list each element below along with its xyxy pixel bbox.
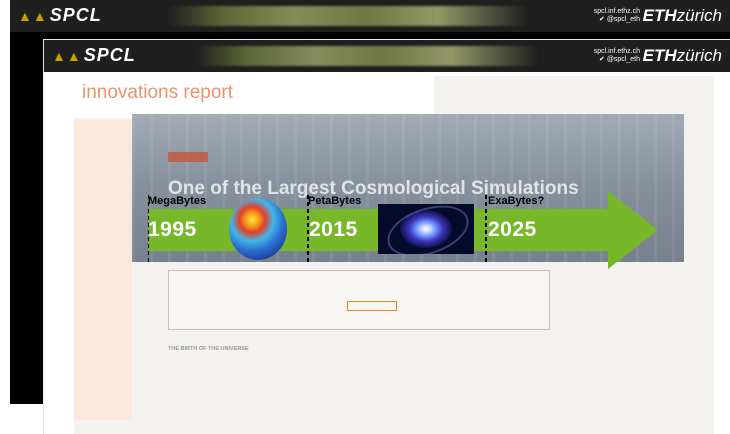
banner-image	[168, 6, 529, 26]
header-banner: ▲▲ SPCL spcl.inf.ethz.ch ✔ @spcl_eth ETHz…	[10, 0, 730, 32]
site-name: innovations report	[82, 82, 234, 103]
mountain-logo-icon: ▲▲	[52, 48, 82, 64]
stage-label-megabytes: MegaBytes	[148, 195, 207, 207]
stage-label-petabytes: PetaBytes	[308, 195, 362, 207]
article-abstract	[168, 270, 550, 330]
section-heading: THE BIRTH OF THE UNIVERSE	[168, 346, 249, 352]
social-handles: spcl.inf.ethz.ch ✔ @spcl_eth	[594, 48, 640, 64]
spcl-logo: ▲▲ SPCL	[18, 5, 102, 26]
twitter-handle: ✔ @spcl_eth	[594, 56, 640, 64]
highlight-box	[347, 301, 397, 311]
twitter-handle-text: @spcl_eth	[606, 56, 640, 63]
galaxy-image	[378, 204, 474, 254]
article-tag	[168, 152, 208, 162]
site-logo: innovations report	[82, 82, 233, 104]
eth-prefix: ETH	[642, 6, 677, 25]
logo-text: SPCL	[49, 5, 102, 25]
article-sidebar	[74, 120, 132, 420]
spcl-logo: ▲▲ SPCL	[52, 45, 136, 66]
article-header: innovations report	[74, 76, 434, 118]
stage-label-exabytes: ExaBytes?	[488, 195, 545, 207]
website-link: spcl.inf.ethz.ch	[593, 48, 640, 55]
eth-logo: ETHzürich	[643, 6, 722, 26]
twitter-icon: ✔	[599, 56, 607, 63]
stage-year-1995: 1995	[148, 218, 197, 241]
mountain-logo-icon: ▲▲	[18, 8, 48, 24]
logo-text: SPCL	[83, 45, 136, 65]
eth-logo: ETHzürich	[643, 46, 722, 66]
social-handles: spcl.inf.ethz.ch ✔ @spcl_eth	[594, 8, 640, 24]
twitter-icon: ✔	[599, 16, 607, 23]
banner-image	[194, 46, 538, 66]
website-link: spcl.inf.ethz.ch	[593, 8, 640, 15]
twitter-handle: ✔ @spcl_eth	[594, 16, 640, 24]
stage-year-2015: 2015	[309, 218, 358, 241]
front-slide: ▲▲ SPCL spcl.inf.ethz.ch ✔ @spcl_eth ETHz…	[44, 40, 730, 434]
twitter-handle-text: @spcl_eth	[606, 16, 640, 23]
eth-prefix: ETH	[642, 46, 677, 65]
eth-suffix: zürich	[676, 6, 722, 25]
earth-image	[229, 198, 287, 260]
stage-year-2025: 2025	[488, 218, 537, 241]
header-banner: ▲▲ SPCL spcl.inf.ethz.ch ✔ @spcl_eth ETHz…	[44, 40, 730, 72]
eth-suffix: zürich	[676, 46, 722, 65]
